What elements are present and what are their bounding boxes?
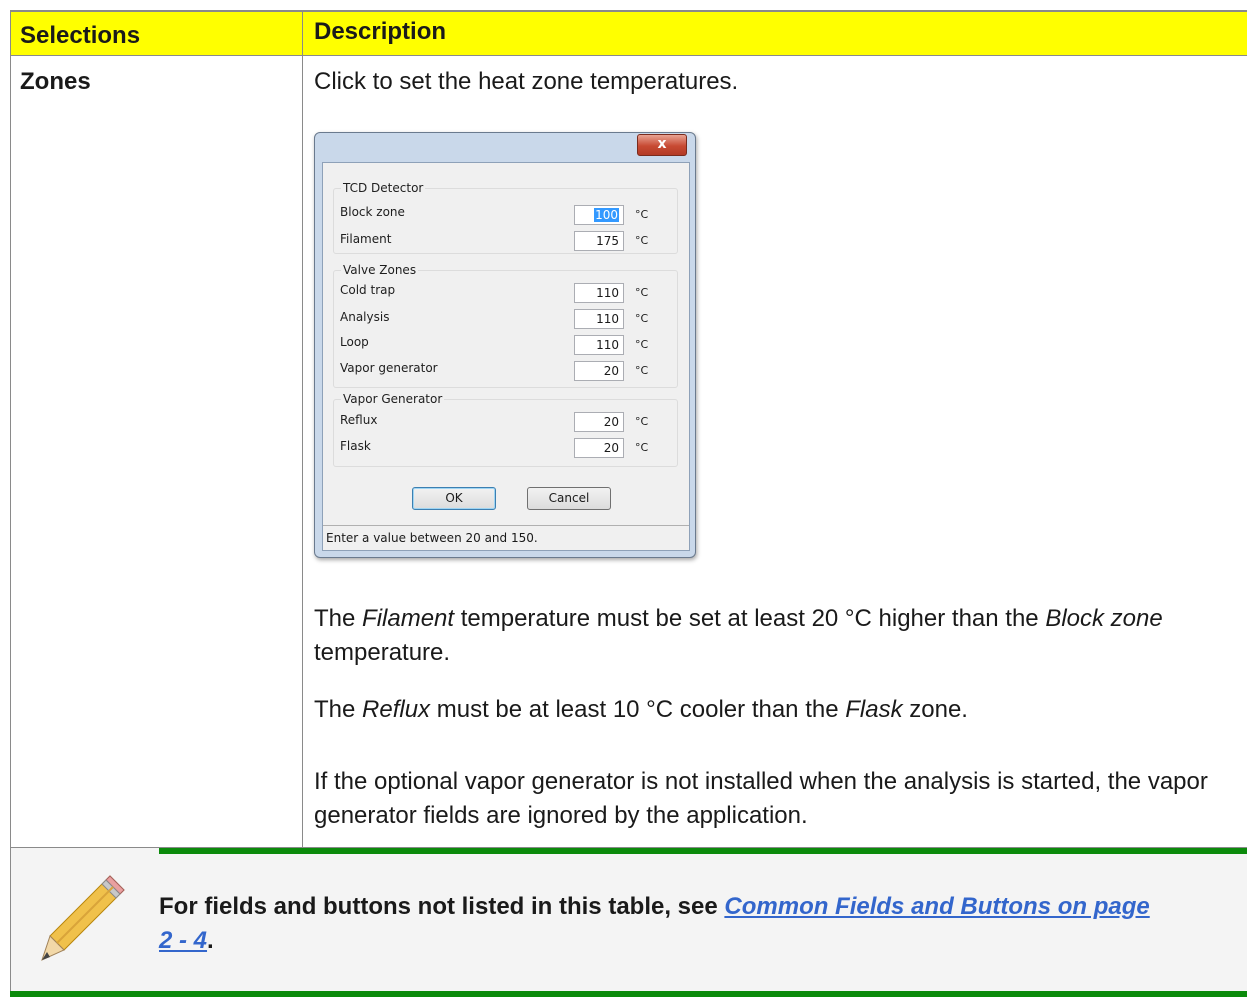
table-header: Selections Description (10, 10, 1247, 56)
zones-dialog: x TCD Detector Block zone 100 °C Filamen… (314, 132, 696, 558)
intro-text: Click to set the heat zone temperatures. (314, 68, 739, 95)
close-button[interactable]: x (637, 134, 687, 156)
group-vapor-generator: Vapor Generator (333, 392, 678, 467)
note-box: For fields and buttons not listed in thi… (10, 848, 1247, 997)
status-bar: Enter a value between 20 and 150. (323, 525, 689, 550)
note-top-rule (159, 848, 1247, 854)
vapor-generator-paragraph: If the optional vapor generator is not i… (314, 768, 1208, 829)
filament-input[interactable]: 175 (574, 231, 624, 251)
note-bottom-rule-left (10, 991, 159, 997)
flask-input[interactable]: 20 (574, 438, 624, 458)
field-label: Block zone (340, 205, 405, 219)
unit-label: °C (635, 441, 649, 454)
unit-label: °C (635, 364, 649, 377)
group-title: TCD Detector (341, 181, 426, 195)
unit-label: °C (635, 208, 649, 221)
note-left-border (10, 848, 11, 997)
dialog-body: TCD Detector Block zone 100 °C Filament … (322, 162, 690, 551)
field-label: Filament (340, 232, 392, 246)
reflux-input[interactable]: 20 (574, 412, 624, 432)
unit-label: °C (635, 312, 649, 325)
field-label: Loop (340, 335, 369, 349)
analysis-input[interactable]: 110 (574, 309, 624, 329)
note-text: For fields and buttons not listed in thi… (159, 893, 1150, 954)
table-left-border (10, 10, 11, 848)
field-label: Vapor generator (340, 361, 438, 375)
group-title: Valve Zones (341, 263, 419, 277)
unit-label: °C (635, 234, 649, 247)
header-description: Description (314, 18, 447, 45)
unit-label: °C (635, 415, 649, 428)
cold-trap-input[interactable]: 110 (574, 283, 624, 303)
field-label: Flask (340, 439, 371, 453)
unit-label: °C (635, 286, 649, 299)
ok-button[interactable]: OK (412, 487, 496, 510)
filament-paragraph: The Filament temperature must be set at … (314, 605, 1163, 666)
field-label: Analysis (340, 310, 390, 324)
header-selections: Selections (20, 22, 141, 49)
reflux-paragraph: The Reflux must be at least 10 °C cooler… (314, 696, 968, 723)
cancel-button[interactable]: Cancel (527, 487, 611, 510)
unit-label: °C (635, 338, 649, 351)
vapor-generator-input[interactable]: 20 (574, 361, 624, 381)
block-zone-input[interactable]: 100 (574, 205, 624, 225)
group-title: Vapor Generator (341, 392, 445, 406)
pencil-icon (41, 875, 125, 961)
column-divider (302, 10, 303, 848)
selection-zones: Zones (20, 68, 91, 95)
loop-input[interactable]: 110 (574, 335, 624, 355)
note-bottom-rule (159, 991, 1247, 997)
field-label: Reflux (340, 413, 378, 427)
field-label: Cold trap (340, 283, 396, 297)
